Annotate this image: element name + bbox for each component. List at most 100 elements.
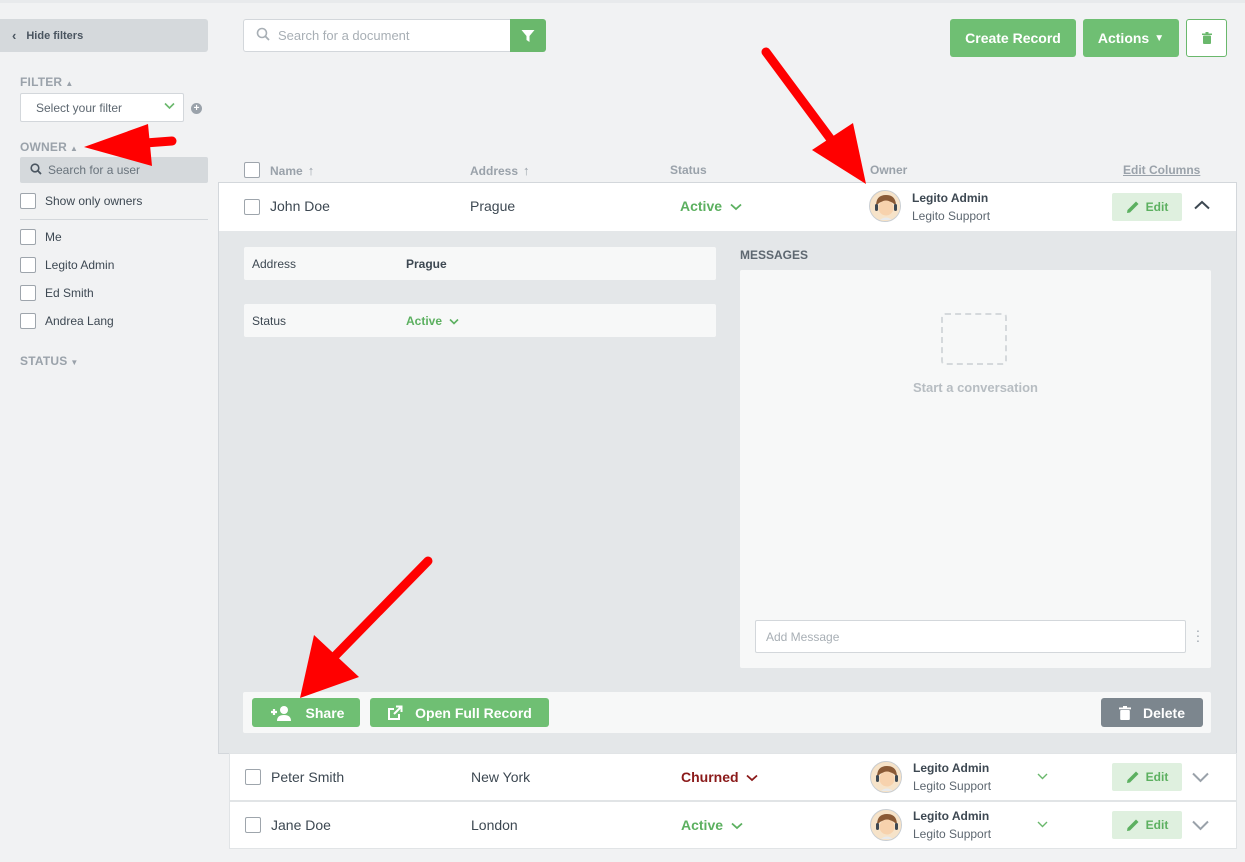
column-header-label: Address	[470, 164, 519, 178]
status-section-toggle[interactable]: STATUS ▼	[20, 354, 79, 368]
delete-label: Delete	[1142, 704, 1186, 721]
chevron-down-icon	[1192, 772, 1209, 783]
owner-subtitle: Legito Support	[912, 209, 991, 223]
hide-filters-button[interactable]: ‹ Hide filters	[0, 19, 208, 52]
filter-section-label: FILTER	[20, 75, 63, 89]
top-border	[0, 0, 1245, 3]
avatar	[869, 190, 901, 222]
row-checkbox[interactable]	[245, 769, 261, 790]
show-only-owners-label: Show only owners	[45, 194, 143, 208]
owner-search-input[interactable]: Search for a user	[20, 157, 208, 183]
checkbox[interactable]	[20, 229, 36, 245]
owner-option-legito-admin[interactable]: Legito Admin	[20, 257, 114, 273]
cell-name: Peter Smith	[271, 769, 345, 785]
share-label: Share	[305, 704, 345, 721]
status-dropdown[interactable]: Active	[681, 817, 743, 833]
document-search-input[interactable]: Search for a document	[243, 19, 510, 52]
divider	[20, 219, 208, 220]
edit-columns-link[interactable]: Edit Columns	[1123, 163, 1200, 177]
chevron-down-icon	[1192, 820, 1209, 831]
chevron-down-icon	[164, 99, 175, 113]
status-dropdown[interactable]: Active	[680, 198, 742, 214]
owner-option-label: Ed Smith	[45, 286, 94, 300]
column-header-name[interactable]: Name ↑	[270, 163, 314, 178]
field-value: Prague	[406, 256, 447, 271]
pencil-icon	[1126, 819, 1139, 831]
row-checkbox[interactable]	[245, 817, 261, 838]
chevron-down-icon	[746, 774, 759, 782]
add-user-icon	[270, 705, 291, 721]
messages-title: MESSAGES	[740, 248, 809, 262]
open-full-record-label: Open Full Record	[415, 704, 532, 721]
owner-option-label: Me	[45, 230, 62, 244]
more-options-icon[interactable]: · · ·	[1194, 623, 1202, 647]
owner-dropdown[interactable]	[1037, 771, 1048, 783]
owner-section-toggle[interactable]: OWNER ▲	[20, 140, 78, 154]
create-record-button[interactable]: Create Record	[950, 19, 1076, 57]
expand-row-button[interactable]	[1192, 818, 1209, 835]
filter-select[interactable]: Select your filter	[20, 93, 184, 122]
column-header-status[interactable]: Status	[670, 163, 707, 177]
cell-address: New York	[471, 769, 531, 785]
bulk-delete-button[interactable]	[1186, 19, 1227, 57]
owner-subtitle: Legito Support	[913, 827, 992, 841]
owner-option-me[interactable]: Me	[20, 229, 62, 245]
chevron-down-icon	[731, 822, 743, 830]
share-button[interactable]: Share	[252, 698, 360, 727]
sort-arrow-up-icon: ↑	[307, 163, 315, 178]
status-dropdown[interactable]: Active	[406, 314, 459, 328]
row-checkbox[interactable]	[244, 199, 260, 220]
status-value: Active	[681, 817, 724, 833]
owner-search-placeholder: Search for a user	[48, 163, 141, 177]
filter-button[interactable]	[510, 19, 546, 52]
checkbox[interactable]	[20, 285, 36, 301]
edit-button[interactable]: Edit	[1112, 763, 1182, 791]
status-dropdown[interactable]: Churned	[681, 769, 759, 785]
actions-dropdown-button[interactable]: Actions ▼	[1083, 19, 1179, 57]
column-header-label: Name	[270, 164, 303, 178]
edit-label: Edit	[1145, 818, 1169, 832]
avatar	[870, 809, 902, 841]
show-only-owners-option[interactable]: Show only owners	[20, 193, 142, 209]
edit-label: Edit	[1145, 770, 1169, 784]
pencil-icon	[1126, 771, 1139, 783]
checkbox[interactable]	[20, 193, 36, 209]
owner-name: Legito Admin	[913, 761, 990, 775]
owner-dropdown[interactable]	[1037, 819, 1048, 831]
status-value: Churned	[681, 769, 739, 785]
owner-section-label: OWNER	[20, 140, 67, 154]
cell-name: John Doe	[270, 198, 330, 214]
edit-button[interactable]: Edit	[1112, 193, 1182, 221]
owner-name: Legito Admin	[912, 191, 989, 205]
chevron-up-icon	[1194, 200, 1210, 210]
open-full-record-button[interactable]: Open Full Record	[370, 698, 549, 727]
chat-bubble-icon	[941, 313, 1007, 365]
column-header-address[interactable]: Address ↑	[470, 163, 530, 178]
checkbox[interactable]	[20, 313, 36, 329]
owner-option-ed-smith[interactable]: Ed Smith	[20, 285, 94, 301]
caret-up-icon: ▲	[70, 144, 79, 153]
add-filter-icon[interactable]: +	[191, 103, 202, 114]
select-all-checkbox[interactable]	[244, 162, 260, 183]
field-value: Active	[406, 313, 443, 328]
edit-button[interactable]: Edit	[1112, 811, 1182, 839]
chevron-down-icon	[1037, 821, 1048, 828]
expand-row-button[interactable]	[1192, 770, 1209, 787]
edit-label: Edit	[1145, 200, 1169, 214]
collapse-row-button[interactable]	[1194, 197, 1210, 215]
add-message-input[interactable]: Add Message	[755, 620, 1186, 653]
owner-option-label: Andrea Lang	[45, 314, 114, 328]
delete-button[interactable]: Delete	[1101, 698, 1203, 727]
filter-section-toggle[interactable]: FILTER ▲	[20, 75, 73, 89]
column-header-owner[interactable]: Owner	[870, 163, 907, 177]
red-arrow-icon	[761, 47, 866, 184]
field-label: Status	[252, 313, 287, 328]
start-conversation-text: Start a conversation	[913, 380, 1038, 395]
document-search-placeholder: Search for a document	[278, 28, 410, 43]
checkbox[interactable]	[20, 257, 36, 273]
owner-option-andrea-lang[interactable]: Andrea Lang	[20, 313, 114, 329]
external-link-icon	[388, 705, 403, 720]
detail-field-address: Address Prague	[244, 247, 716, 280]
column-header-label: Owner	[870, 163, 908, 177]
status-value: Active	[680, 198, 723, 214]
